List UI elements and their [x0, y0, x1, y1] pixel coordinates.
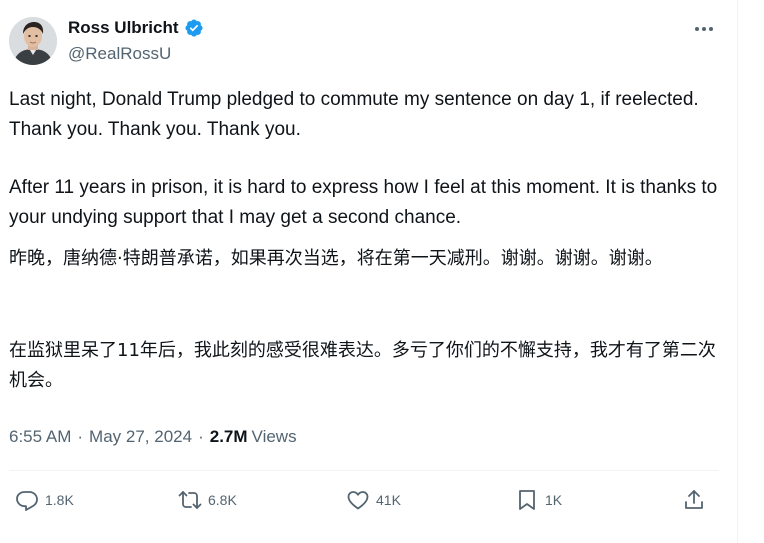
views-count[interactable]: 2.7M [210, 426, 248, 448]
tweet-date[interactable]: May 27, 2024 [89, 426, 192, 448]
like-button[interactable]: 41K [346, 484, 401, 516]
share-icon [685, 490, 703, 509]
meta-separator: · [77, 427, 84, 446]
views-label: Views [251, 427, 297, 446]
action-bar: 1.8K 6.8K 41K 1K [9, 484, 721, 516]
author-name[interactable]: Ross Ulbricht [68, 17, 179, 39]
avatar-photo [9, 17, 57, 65]
more-dot [709, 27, 713, 31]
heart-icon [347, 491, 369, 510]
retweet-button[interactable]: 6.8K [178, 484, 237, 516]
tweet-card: Ross Ulbricht @RealRossU Last night, Don… [0, 0, 738, 543]
more-options-icon[interactable] [690, 19, 718, 39]
like-count: 41K [376, 492, 401, 508]
bookmark-count: 1K [545, 492, 563, 508]
reply-count: 1.8K [45, 492, 74, 508]
meta-separator: · [198, 427, 204, 446]
tweet-text-paragraph-chinese: 在监狱里呆了11年后，我此刻的感受很难表达。多亏了你们的不懈支持，我才有了第二次… [9, 340, 716, 391]
avatar[interactable] [9, 17, 57, 65]
more-dot [695, 27, 699, 31]
reply-button[interactable]: 1.8K [15, 484, 74, 516]
tweet-text-paragraph-chinese: 昨晚，唐纳德·特朗普承诺，如果再次当选，将在第一天减刑。谢谢。谢谢。谢谢。 [9, 248, 663, 269]
author-handle[interactable]: @RealRossU [68, 43, 171, 65]
tweet-time[interactable]: 6:55 AM [9, 426, 71, 448]
retweet-icon [178, 491, 202, 509]
share-button[interactable] [682, 484, 706, 516]
bookmark-button[interactable]: 1K [515, 484, 562, 516]
bookmark-icon [519, 490, 535, 510]
author-name-row: Ross Ulbricht [68, 17, 204, 39]
tweet-text-paragraph: Last night, Donald Trump pledged to comm… [9, 89, 704, 140]
reply-icon [16, 491, 38, 511]
retweet-count: 6.8K [208, 492, 237, 508]
tweet-meta: 6:55 AM · May 27, 2024 · 2.7M Views [9, 426, 297, 448]
tweet-text-paragraph: After 11 years in prison, it is hard to … [9, 177, 723, 228]
divider [9, 470, 719, 471]
verified-badge-icon[interactable] [184, 18, 204, 38]
more-dot [702, 27, 706, 31]
